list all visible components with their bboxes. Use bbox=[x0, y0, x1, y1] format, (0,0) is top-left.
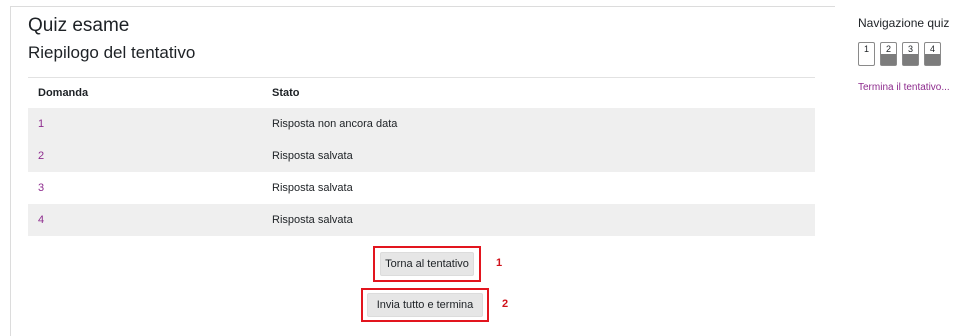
question-link-1[interactable]: 1 bbox=[38, 118, 44, 130]
status-cell: Risposta salvata bbox=[272, 182, 353, 194]
nav-question-1[interactable]: 1 bbox=[858, 42, 875, 66]
answered-indicator bbox=[881, 54, 896, 65]
finish-attempt-link[interactable]: Termina il tentativo... bbox=[858, 82, 950, 93]
table-row: 2 Risposta salvata bbox=[28, 140, 815, 172]
header-question: Domanda bbox=[38, 87, 89, 99]
table-row: 4 Risposta salvata bbox=[28, 204, 815, 236]
highlight-box-1: Torna al tentativo bbox=[373, 246, 481, 282]
quiz-title: Quiz esame bbox=[28, 15, 130, 36]
status-cell: Risposta salvata bbox=[272, 150, 353, 162]
answered-indicator bbox=[903, 54, 918, 65]
nav-question-4[interactable]: 4 bbox=[924, 42, 941, 66]
summary-title: Riepilogo del tentativo bbox=[28, 43, 196, 62]
question-link-4[interactable]: 4 bbox=[38, 214, 44, 226]
nav-question-3[interactable]: 3 bbox=[902, 42, 919, 66]
question-link-3[interactable]: 3 bbox=[38, 182, 44, 194]
quiz-navigation-buttons: 1 2 3 4 bbox=[858, 42, 941, 66]
table-row: 3 Risposta salvata bbox=[28, 172, 815, 204]
answered-indicator bbox=[925, 54, 940, 65]
status-cell: Risposta non ancora data bbox=[272, 118, 398, 130]
highlight-box-2: Invia tutto e termina bbox=[361, 288, 489, 322]
annotation-number-1: 1 bbox=[496, 257, 503, 269]
return-to-attempt-button[interactable]: Torna al tentativo bbox=[380, 252, 474, 276]
submit-all-button[interactable]: Invia tutto e termina bbox=[367, 293, 483, 317]
question-link-2[interactable]: 2 bbox=[38, 150, 44, 162]
nav-question-2[interactable]: 2 bbox=[880, 42, 897, 66]
header-status: Stato bbox=[272, 87, 300, 99]
table-row: 1 Risposta non ancora data bbox=[28, 108, 815, 140]
quiz-navigation-title: Navigazione quiz bbox=[858, 16, 950, 30]
summary-table: Domanda Stato 1 Risposta non ancora data… bbox=[28, 77, 815, 236]
table-header: Domanda Stato bbox=[28, 77, 815, 108]
status-cell: Risposta salvata bbox=[272, 214, 353, 226]
annotation-number-2: 2 bbox=[502, 298, 509, 310]
